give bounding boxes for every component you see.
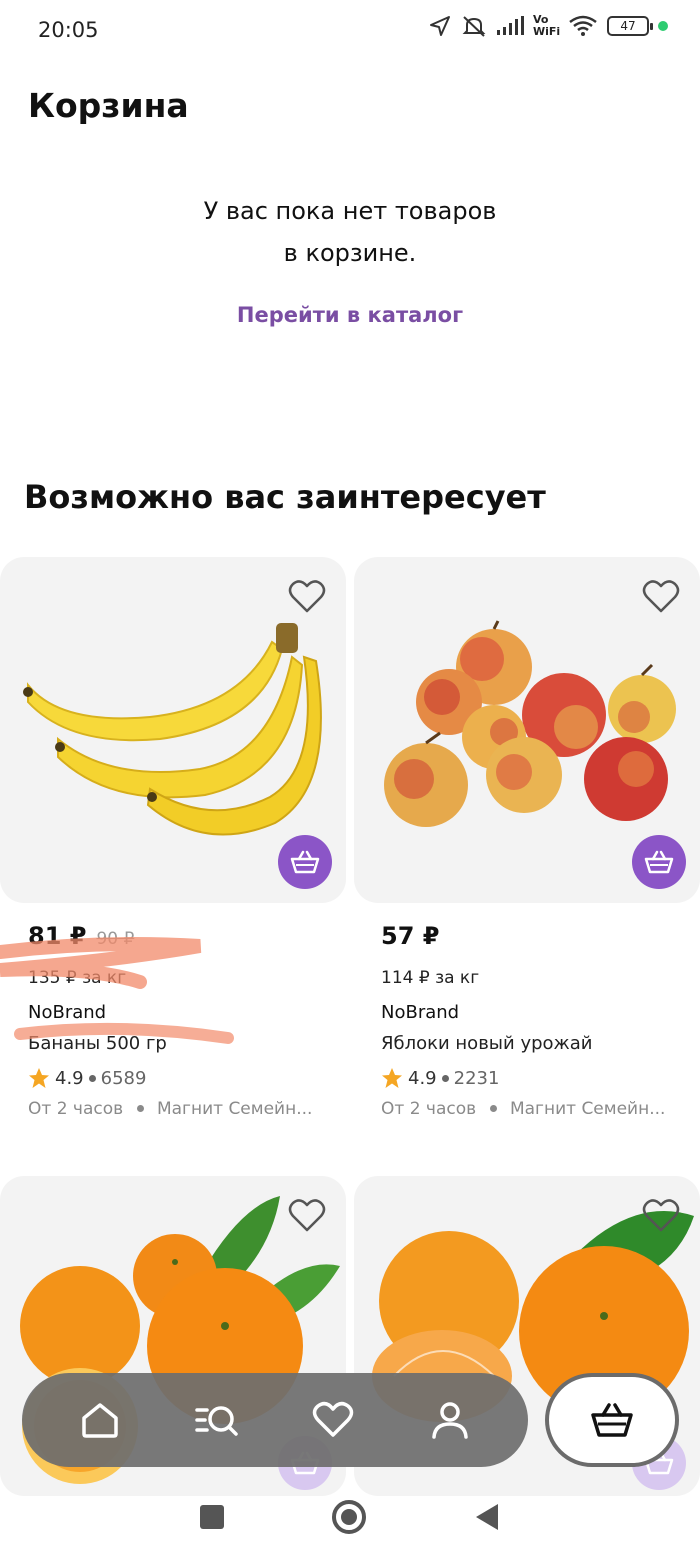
product-name: Яблоки новый урожай [381, 1033, 593, 1054]
empty-cart-message: У вас пока нет товаров в корзине. [0, 190, 700, 274]
heart-icon [288, 1199, 326, 1232]
store-name: Магнит Семейн... [156, 1099, 313, 1119]
separator-dot [88, 1074, 96, 1082]
separator-dot [489, 1105, 497, 1112]
rating-value: 4.9 [408, 1067, 437, 1089]
delivery-time: От 2 часов [28, 1099, 124, 1119]
star-icon [29, 1068, 49, 1088]
basket-icon [290, 850, 320, 874]
add-to-cart-button[interactable] [278, 835, 332, 889]
profile-icon [432, 1402, 468, 1439]
privacy-indicator-dot [658, 21, 668, 31]
product-card-info[interactable]: 81 ₽ 90 ₽ 135 ₽ за кг NoBrand Бананы 500… [28, 922, 358, 1119]
product-price: 57 ₽ [381, 922, 440, 950]
rating-row: 4.9 6589 [28, 1066, 358, 1090]
product-brand: NoBrand [28, 1002, 107, 1023]
separator-dot [441, 1074, 449, 1082]
basket-icon [644, 850, 674, 874]
favorite-button[interactable] [642, 579, 680, 615]
rating-row: 4.9 2231 [381, 1066, 691, 1090]
separator-dot [136, 1105, 144, 1112]
location-icon [430, 16, 450, 36]
status-bar: 20:05 Vo WiFi 47 [0, 0, 700, 62]
favorites-icon [313, 1401, 354, 1437]
wifi-icon [569, 15, 597, 36]
heart-icon [288, 580, 326, 613]
star-icon [382, 1068, 402, 1088]
favorite-button[interactable] [288, 1198, 326, 1234]
delivery-time: От 2 часов [381, 1099, 477, 1119]
favorite-button[interactable] [288, 579, 326, 615]
signal-icon [497, 16, 524, 35]
product-price: 81 ₽ [28, 922, 87, 950]
bottom-navigation [22, 1373, 528, 1467]
empty-cart-line-2: в корзине. [283, 239, 417, 267]
product-card-image-apples[interactable] [354, 557, 700, 903]
rating-value: 4.9 [55, 1067, 84, 1089]
heart-icon [642, 1199, 680, 1232]
product-name: Бананы 500 гр [28, 1033, 167, 1054]
nav-profile[interactable] [418, 1388, 482, 1452]
system-navigation-bar [0, 1478, 700, 1556]
home-system-button[interactable] [332, 1500, 366, 1534]
delivery-info: От 2 часов Магнит Семейн... [381, 1099, 691, 1119]
mute-bell-icon [462, 16, 486, 37]
nav-home[interactable] [68, 1388, 132, 1452]
page-title: Корзина [28, 86, 189, 125]
product-card-image-bananas[interactable] [0, 557, 346, 903]
price-row: 81 ₽ 90 ₽ [28, 922, 358, 958]
status-icons: Vo WiFi 47 [428, 14, 668, 38]
cart-icon [591, 1403, 633, 1437]
catalog-search-icon [195, 1406, 238, 1436]
add-to-cart-button[interactable] [632, 835, 686, 889]
nav-catalog[interactable] [185, 1388, 249, 1452]
home-icon [82, 1403, 118, 1438]
back-button[interactable] [474, 1502, 500, 1532]
price-row: 57 ₽ [381, 922, 691, 958]
review-count: 6589 [100, 1067, 147, 1089]
nav-cart-active[interactable] [545, 1373, 679, 1467]
recent-apps-button[interactable] [200, 1505, 224, 1529]
status-time: 20:05 [38, 18, 99, 42]
recommendations-title: Возможно вас заинтересует [24, 478, 546, 516]
store-name: Магнит Семейн... [509, 1099, 666, 1119]
review-count: 2231 [453, 1067, 500, 1089]
price-per-kg: 114 ₽ за кг [381, 968, 480, 988]
product-card-info[interactable]: 57 ₽ 114 ₽ за кг NoBrand Яблоки новый ур… [381, 922, 691, 1119]
nav-favorites[interactable] [301, 1388, 365, 1452]
go-to-catalog-link[interactable]: Перейти в каталог [0, 303, 700, 327]
empty-cart-line-1: У вас пока нет товаров [203, 197, 497, 225]
heart-icon [642, 580, 680, 613]
product-old-price: 90 ₽ [96, 929, 135, 949]
battery-icon: 47 [607, 16, 653, 36]
price-per-kg: 135 ₽ за кг [28, 968, 127, 988]
product-brand: NoBrand [381, 1002, 460, 1023]
delivery-info: От 2 часов Магнит Семейн... [28, 1099, 358, 1119]
favorite-button[interactable] [642, 1198, 680, 1234]
vowifi-label: Vo WiFi [533, 13, 561, 38]
